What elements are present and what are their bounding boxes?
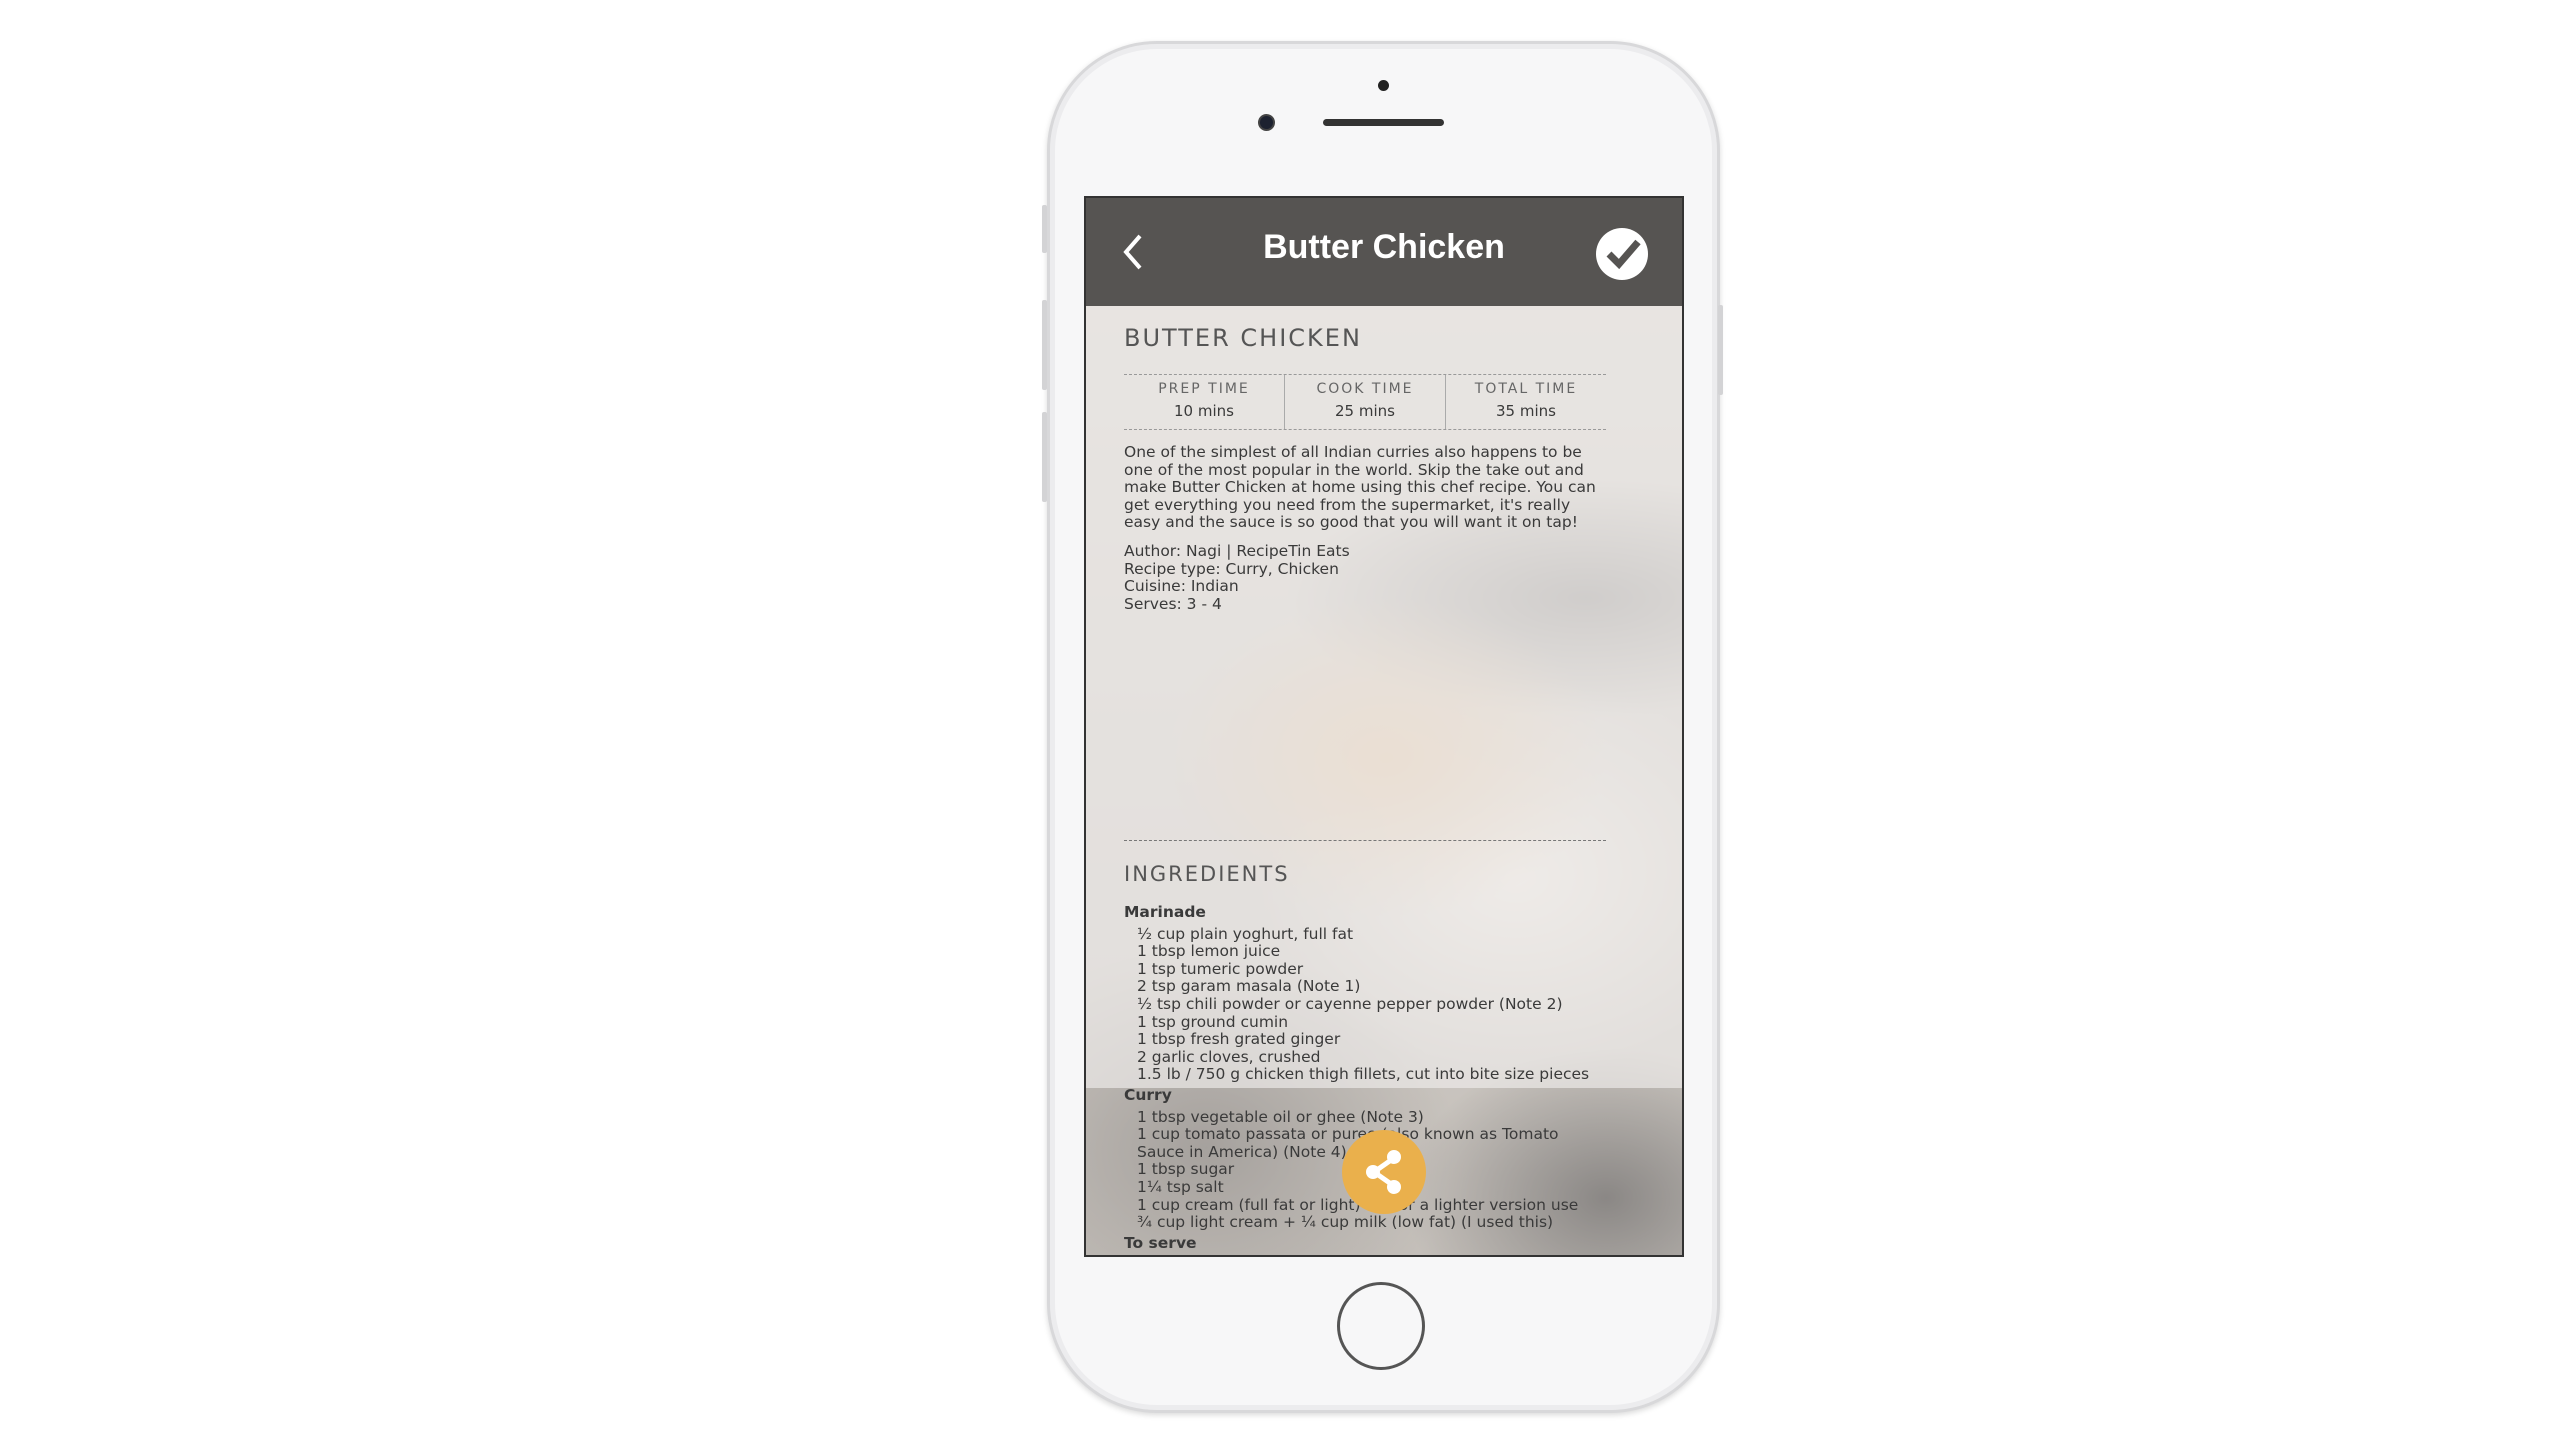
ingredient-group-title: Curry bbox=[1124, 1085, 1172, 1104]
ingredient-item: ½ cup plain yoghurt, full fat bbox=[1137, 924, 1354, 943]
volume-up-button bbox=[1042, 300, 1047, 390]
time-label: COOK TIME bbox=[1316, 381, 1414, 397]
serves: Serves: 3 - 4 bbox=[1124, 594, 1222, 613]
recipe-type: Recipe type: Curry, Chicken bbox=[1124, 559, 1339, 578]
ingredient-item: 1 tbsp fresh grated ginger bbox=[1137, 1030, 1341, 1049]
ingredient-group-title: To serve bbox=[1124, 1233, 1197, 1252]
cuisine: Cuisine: Indian bbox=[1124, 577, 1239, 596]
proximity-sensor bbox=[1378, 80, 1389, 91]
ingredient-item: 1 tsp tumeric powder bbox=[1137, 959, 1304, 978]
ingredient-item: 1 tsp ground cumin bbox=[1137, 1012, 1289, 1031]
ingredient-item: 1.5 lb / 750 g chicken thigh fillets, cu… bbox=[1137, 1065, 1590, 1084]
ingredient-group-title: Marinade bbox=[1124, 903, 1206, 921]
share-icon bbox=[1366, 1150, 1401, 1194]
recipe-description: One of the simplest of all Indian currie… bbox=[1124, 443, 1614, 532]
page-title: Butter Chicken bbox=[1263, 228, 1505, 266]
ingredients-heading: INGREDIENTS bbox=[1124, 862, 1290, 886]
ingredient-item: ½ tsp chili powder or cayenne pepper pow… bbox=[1137, 994, 1563, 1013]
text-line: easy and the sauce is so good that you w… bbox=[1124, 513, 1578, 532]
power-button bbox=[1718, 305, 1723, 395]
ingredient-item: 1 tbsp vegetable oil or ghee (Note 3) bbox=[1137, 1107, 1424, 1126]
ingredient-item: 1 tbsp lemon juice bbox=[1137, 942, 1281, 961]
recipe-times: PREP TIME 10 mins COOK TIME 25 mins TOTAL … bbox=[1124, 374, 1606, 430]
home-button[interactable] bbox=[1337, 1282, 1425, 1370]
time-value: 25 mins bbox=[1335, 402, 1395, 420]
total-time: TOTAL TIME 35 mins bbox=[1445, 375, 1606, 429]
volume-down-button bbox=[1042, 412, 1047, 502]
time-label: TOTAL TIME bbox=[1474, 381, 1578, 397]
author: Author: Nagi | RecipeTin Eats bbox=[1124, 542, 1350, 560]
ingredient-item: ¾ cup light cream + ¼ cup milk (low fat)… bbox=[1137, 1213, 1554, 1232]
recipe-meta: Author: Nagi | RecipeTin Eats Recipe typ… bbox=[1124, 542, 1614, 613]
text-line: One of the simplest of all Indian currie… bbox=[1124, 443, 1582, 461]
ingredient-item: Rice bbox=[1124, 1256, 1614, 1257]
done-button[interactable] bbox=[1596, 228, 1648, 280]
nav-bar: Butter Chicken bbox=[1086, 198, 1682, 306]
earpiece-speaker bbox=[1323, 119, 1444, 126]
text-line: make Butter Chicken at home using this c… bbox=[1124, 478, 1596, 497]
ingredient-item: 2 garlic cloves, crushed bbox=[1137, 1047, 1321, 1066]
cook-time: COOK TIME 25 mins bbox=[1284, 375, 1445, 429]
time-label: PREP TIME bbox=[1158, 381, 1250, 397]
share-button[interactable] bbox=[1342, 1130, 1426, 1214]
time-value: 10 mins bbox=[1174, 402, 1234, 420]
time-value: 35 mins bbox=[1496, 402, 1556, 420]
ingredient-item: 2 tsp garam masala (Note 1) bbox=[1137, 977, 1361, 996]
check-circle-icon bbox=[1606, 239, 1641, 270]
prep-time: PREP TIME 10 mins bbox=[1124, 375, 1284, 429]
section-divider bbox=[1124, 840, 1606, 841]
front-camera bbox=[1258, 114, 1275, 131]
mute-switch bbox=[1042, 205, 1047, 253]
text-line: get everything you need from the superma… bbox=[1124, 495, 1571, 514]
recipe-title: BUTTER CHICKEN bbox=[1124, 324, 1362, 352]
text-line: one of the most popular in the world. Sk… bbox=[1124, 460, 1584, 479]
phone-screen: Butter Chicken BUTTER CHICKEN PREP TIME 1… bbox=[1084, 196, 1684, 1257]
